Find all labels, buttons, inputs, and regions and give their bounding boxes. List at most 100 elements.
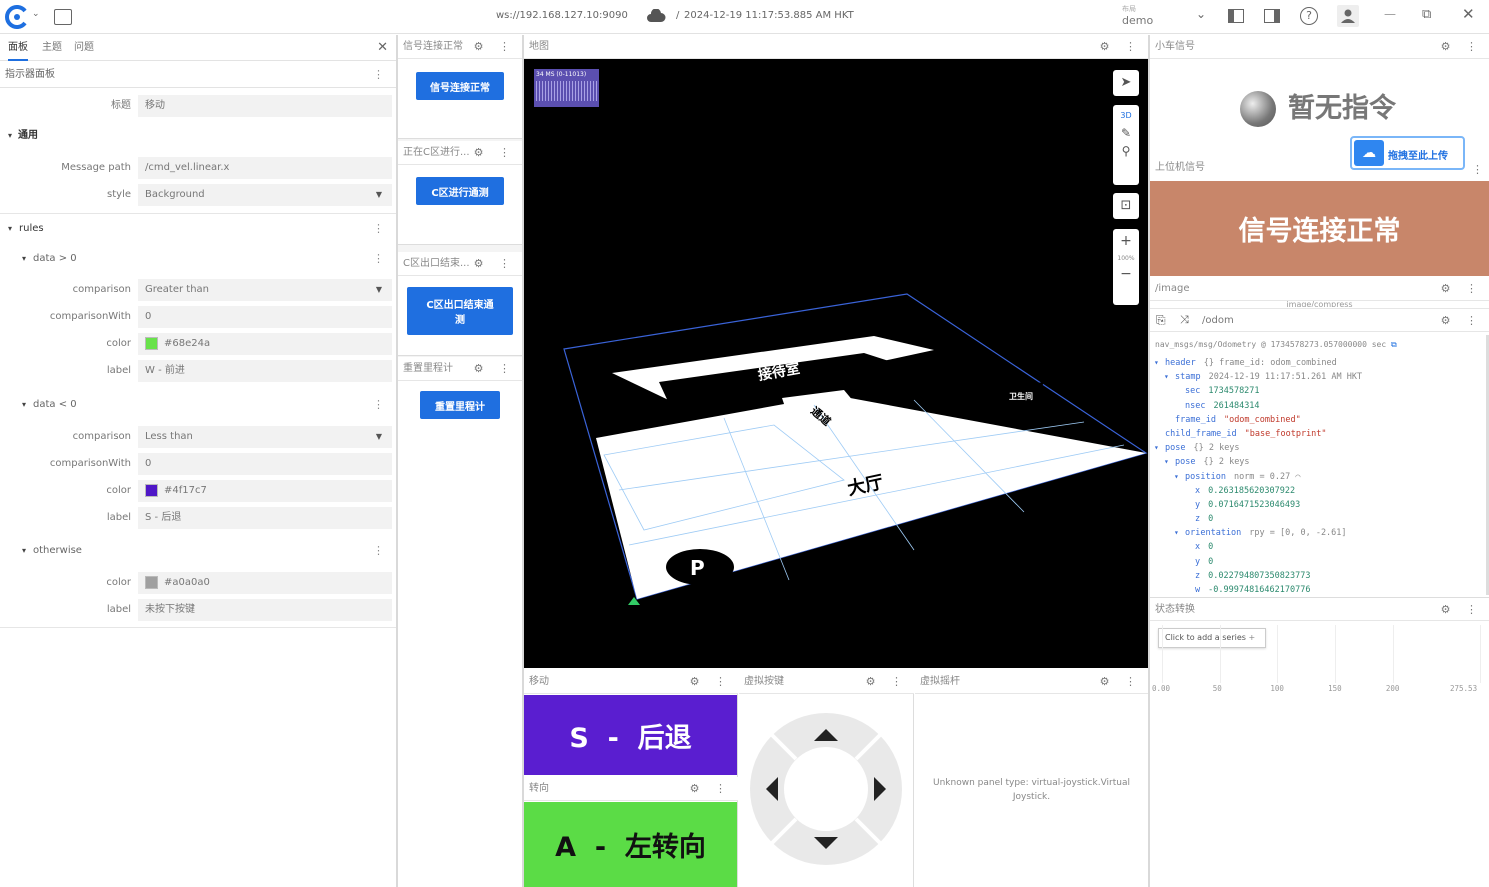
comparison-with-input[interactable]: 0 <box>138 453 392 475</box>
rule-header[interactable]: ▾ data < 0 ⋮ <box>0 393 396 417</box>
x-tick-label: 200 <box>1385 684 1400 693</box>
color-swatch[interactable] <box>145 483 158 497</box>
label-label: label <box>106 365 131 376</box>
select-icon[interactable]: ➤ <box>1113 70 1139 96</box>
copy-icon[interactable]: ⧉ <box>1391 340 1397 349</box>
panel-header: 上位机信号 <box>1150 156 1350 180</box>
color-swatch[interactable] <box>145 575 158 589</box>
settings-icon[interactable]: ⚙ ⋮ <box>474 252 516 276</box>
tree-value: 2024-12-19 11:17:51.261 AM HKT <box>1208 372 1363 383</box>
pin-icon[interactable]: ⚲ <box>1113 144 1139 158</box>
tree-key: frame_id <box>1175 414 1216 425</box>
restore-icon[interactable]: ⧉ <box>1422 8 1431 21</box>
rules-section-header[interactable]: ▾ rules ⋮ <box>0 217 396 241</box>
label-input[interactable]: S - 后退 <box>138 507 392 529</box>
connection-url: ws://192.168.127.10:9090 <box>496 10 628 21</box>
settings-icon[interactable]: ⚙ ⋮ <box>474 35 516 59</box>
chevron-down-icon: ▾ <box>22 546 27 555</box>
minimize-icon[interactable]: — <box>1384 8 1396 20</box>
comparison-select[interactable]: Less than ▼ <box>138 426 392 448</box>
more-vertical-icon[interactable]: ⋮ <box>373 217 384 241</box>
map-3d-scene[interactable]: 接待室 通道 大厅 P 卫生间 <box>524 60 1148 668</box>
app-logo-icon[interactable] <box>5 5 29 29</box>
tree-row[interactable]: ▾ pose {} 2 keys <box>1154 455 1484 469</box>
comparison-value: Less than <box>145 431 193 442</box>
more-vertical-icon[interactable]: ⋮ <box>373 62 384 88</box>
user-avatar-icon[interactable] <box>1337 5 1359 27</box>
left-sidebar-toggle-icon[interactable] <box>1228 9 1244 23</box>
c-zone-exit-button[interactable]: C区出口结束通 测 <box>407 287 513 335</box>
tree-key: header <box>1165 358 1196 368</box>
tree-row[interactable]: ▾ header {} frame_id: odom_combined <box>1154 356 1484 370</box>
color-input[interactable]: #68e24a <box>138 333 392 355</box>
tree-key: position <box>1185 471 1226 482</box>
settings-icon[interactable]: ⚙ ⋮ <box>1100 670 1142 693</box>
zoom-in-icon[interactable]: + <box>1113 233 1139 249</box>
otherwise-header[interactable]: ▾ otherwise ⋮ <box>0 539 396 563</box>
more-vertical-icon[interactable]: ⋮ <box>373 393 384 417</box>
title-label: 标题 <box>111 100 131 111</box>
rule-header[interactable]: ▾ data > 0 ⋮ <box>0 247 396 271</box>
odom-topic[interactable]: /odom <box>1202 309 1234 333</box>
color-input[interactable]: #4f17c7 <box>138 480 392 502</box>
tree-row[interactable]: ▾ orientation rpy = [0, 0, -2.61] <box>1154 526 1484 540</box>
tree-row[interactable]: ▾ position norm = 0.27 ⌒ <box>1154 470 1484 484</box>
more-vertical-icon[interactable]: ⋮ <box>1472 163 1483 176</box>
color-input[interactable]: #a0a0a0 <box>138 572 392 594</box>
top-bar: ⌄ ws://192.168.127.10:9090 / 2024-12-19 … <box>0 0 1489 34</box>
zoom-out-icon[interactable]: − <box>1113 266 1139 282</box>
upload-dropzone[interactable]: ☁ 拖拽至此上传 <box>1350 136 1465 170</box>
comparison-with-input[interactable]: 0 <box>138 306 392 328</box>
color-swatch[interactable] <box>145 336 158 350</box>
settings-icon[interactable]: ⚙ ⋮ <box>1100 35 1142 58</box>
settings-icon[interactable]: ⚙ ⋮ <box>690 670 732 693</box>
virtual-keys-panel: 虚拟按键 ⚙ ⋮ <box>739 670 914 887</box>
tab-panel[interactable]: 面板 <box>8 35 28 61</box>
layout-chevron-down-icon[interactable]: ⌄ <box>1196 8 1206 20</box>
signal-ok-button[interactable]: 信号连接正常 <box>416 72 504 100</box>
tree-row[interactable]: ▾ stamp 2024-12-19 11:17:51.261 AM HKT <box>1154 370 1484 384</box>
chevron-down-icon[interactable]: ⌄ <box>32 10 40 19</box>
close-sidebar-icon[interactable]: ✕ <box>377 40 388 55</box>
label-input[interactable]: 未按下按键 <box>138 599 392 621</box>
settings-icon[interactable]: ⚙ ⋮ <box>474 357 516 381</box>
focus-icon[interactable]: ⊡ <box>1113 193 1139 219</box>
help-icon[interactable]: ? <box>1300 7 1318 25</box>
copy-icon[interactable]: ⎘ <box>1156 313 1166 328</box>
tab-problems[interactable]: 问题 <box>74 35 94 61</box>
settings-icon[interactable]: ⚙ ⋮ <box>690 777 732 800</box>
settings-icon[interactable]: ⚙ ⋮ <box>1441 598 1483 620</box>
panel-header: C区出口结束... ⚙ ⋮ <box>398 252 522 276</box>
panel-header: 地图 ⚙ ⋮ <box>524 35 1148 59</box>
settings-icon[interactable]: ⚙ ⋮ <box>1441 35 1483 58</box>
tree-row[interactable]: ▾ pose {} 2 keys <box>1154 441 1484 455</box>
tree-key: x <box>1195 485 1201 496</box>
general-section-header[interactable]: ▾ 通用 <box>0 124 396 148</box>
ruler-icon[interactable]: ✎ <box>1113 126 1139 140</box>
label-input[interactable]: W - 前进 <box>138 360 392 382</box>
c-zone-test-button[interactable]: C区进行通测 <box>416 177 504 205</box>
right-sidebar-toggle-icon[interactable] <box>1264 9 1280 23</box>
screen-icon[interactable] <box>54 9 72 25</box>
sidebar-tabs: 面板 主题 问题 ✕ <box>0 35 396 61</box>
more-vertical-icon[interactable]: ⋮ <box>373 539 384 563</box>
message-path-input[interactable]: /cmd_vel.linear.x <box>138 157 392 179</box>
layout-name[interactable]: demo <box>1122 14 1153 27</box>
settings-icon[interactable]: ⚙ ⋮ <box>866 670 908 693</box>
close-window-icon[interactable]: ✕ <box>1462 7 1475 22</box>
tree-row: frame_id "odom_combined" <box>1154 413 1484 427</box>
reset-odometer-button[interactable]: 重置里程计 <box>420 391 500 419</box>
comparison-select[interactable]: Greater than ▼ <box>138 279 392 301</box>
move-indicator: S - 后退 <box>524 695 737 775</box>
grid-line <box>1219 625 1221 683</box>
more-vertical-icon[interactable]: ⋮ <box>373 247 384 271</box>
mode-3d-toggle[interactable]: 3D <box>1113 111 1139 120</box>
settings-icon[interactable]: ⚙ ⋮ <box>1441 309 1483 333</box>
style-select[interactable]: Background ▼ <box>138 184 392 206</box>
settings-icon[interactable]: ⚙ ⋮ <box>474 141 516 165</box>
tree-value: 1734578271 <box>1208 386 1260 397</box>
tree-value: {} frame_id: odom_combined <box>1203 358 1337 368</box>
title-input[interactable]: 移动 <box>138 95 392 117</box>
tab-topics[interactable]: 主题 <box>42 35 62 61</box>
collapse-icon[interactable]: ⤨ <box>1180 313 1189 327</box>
